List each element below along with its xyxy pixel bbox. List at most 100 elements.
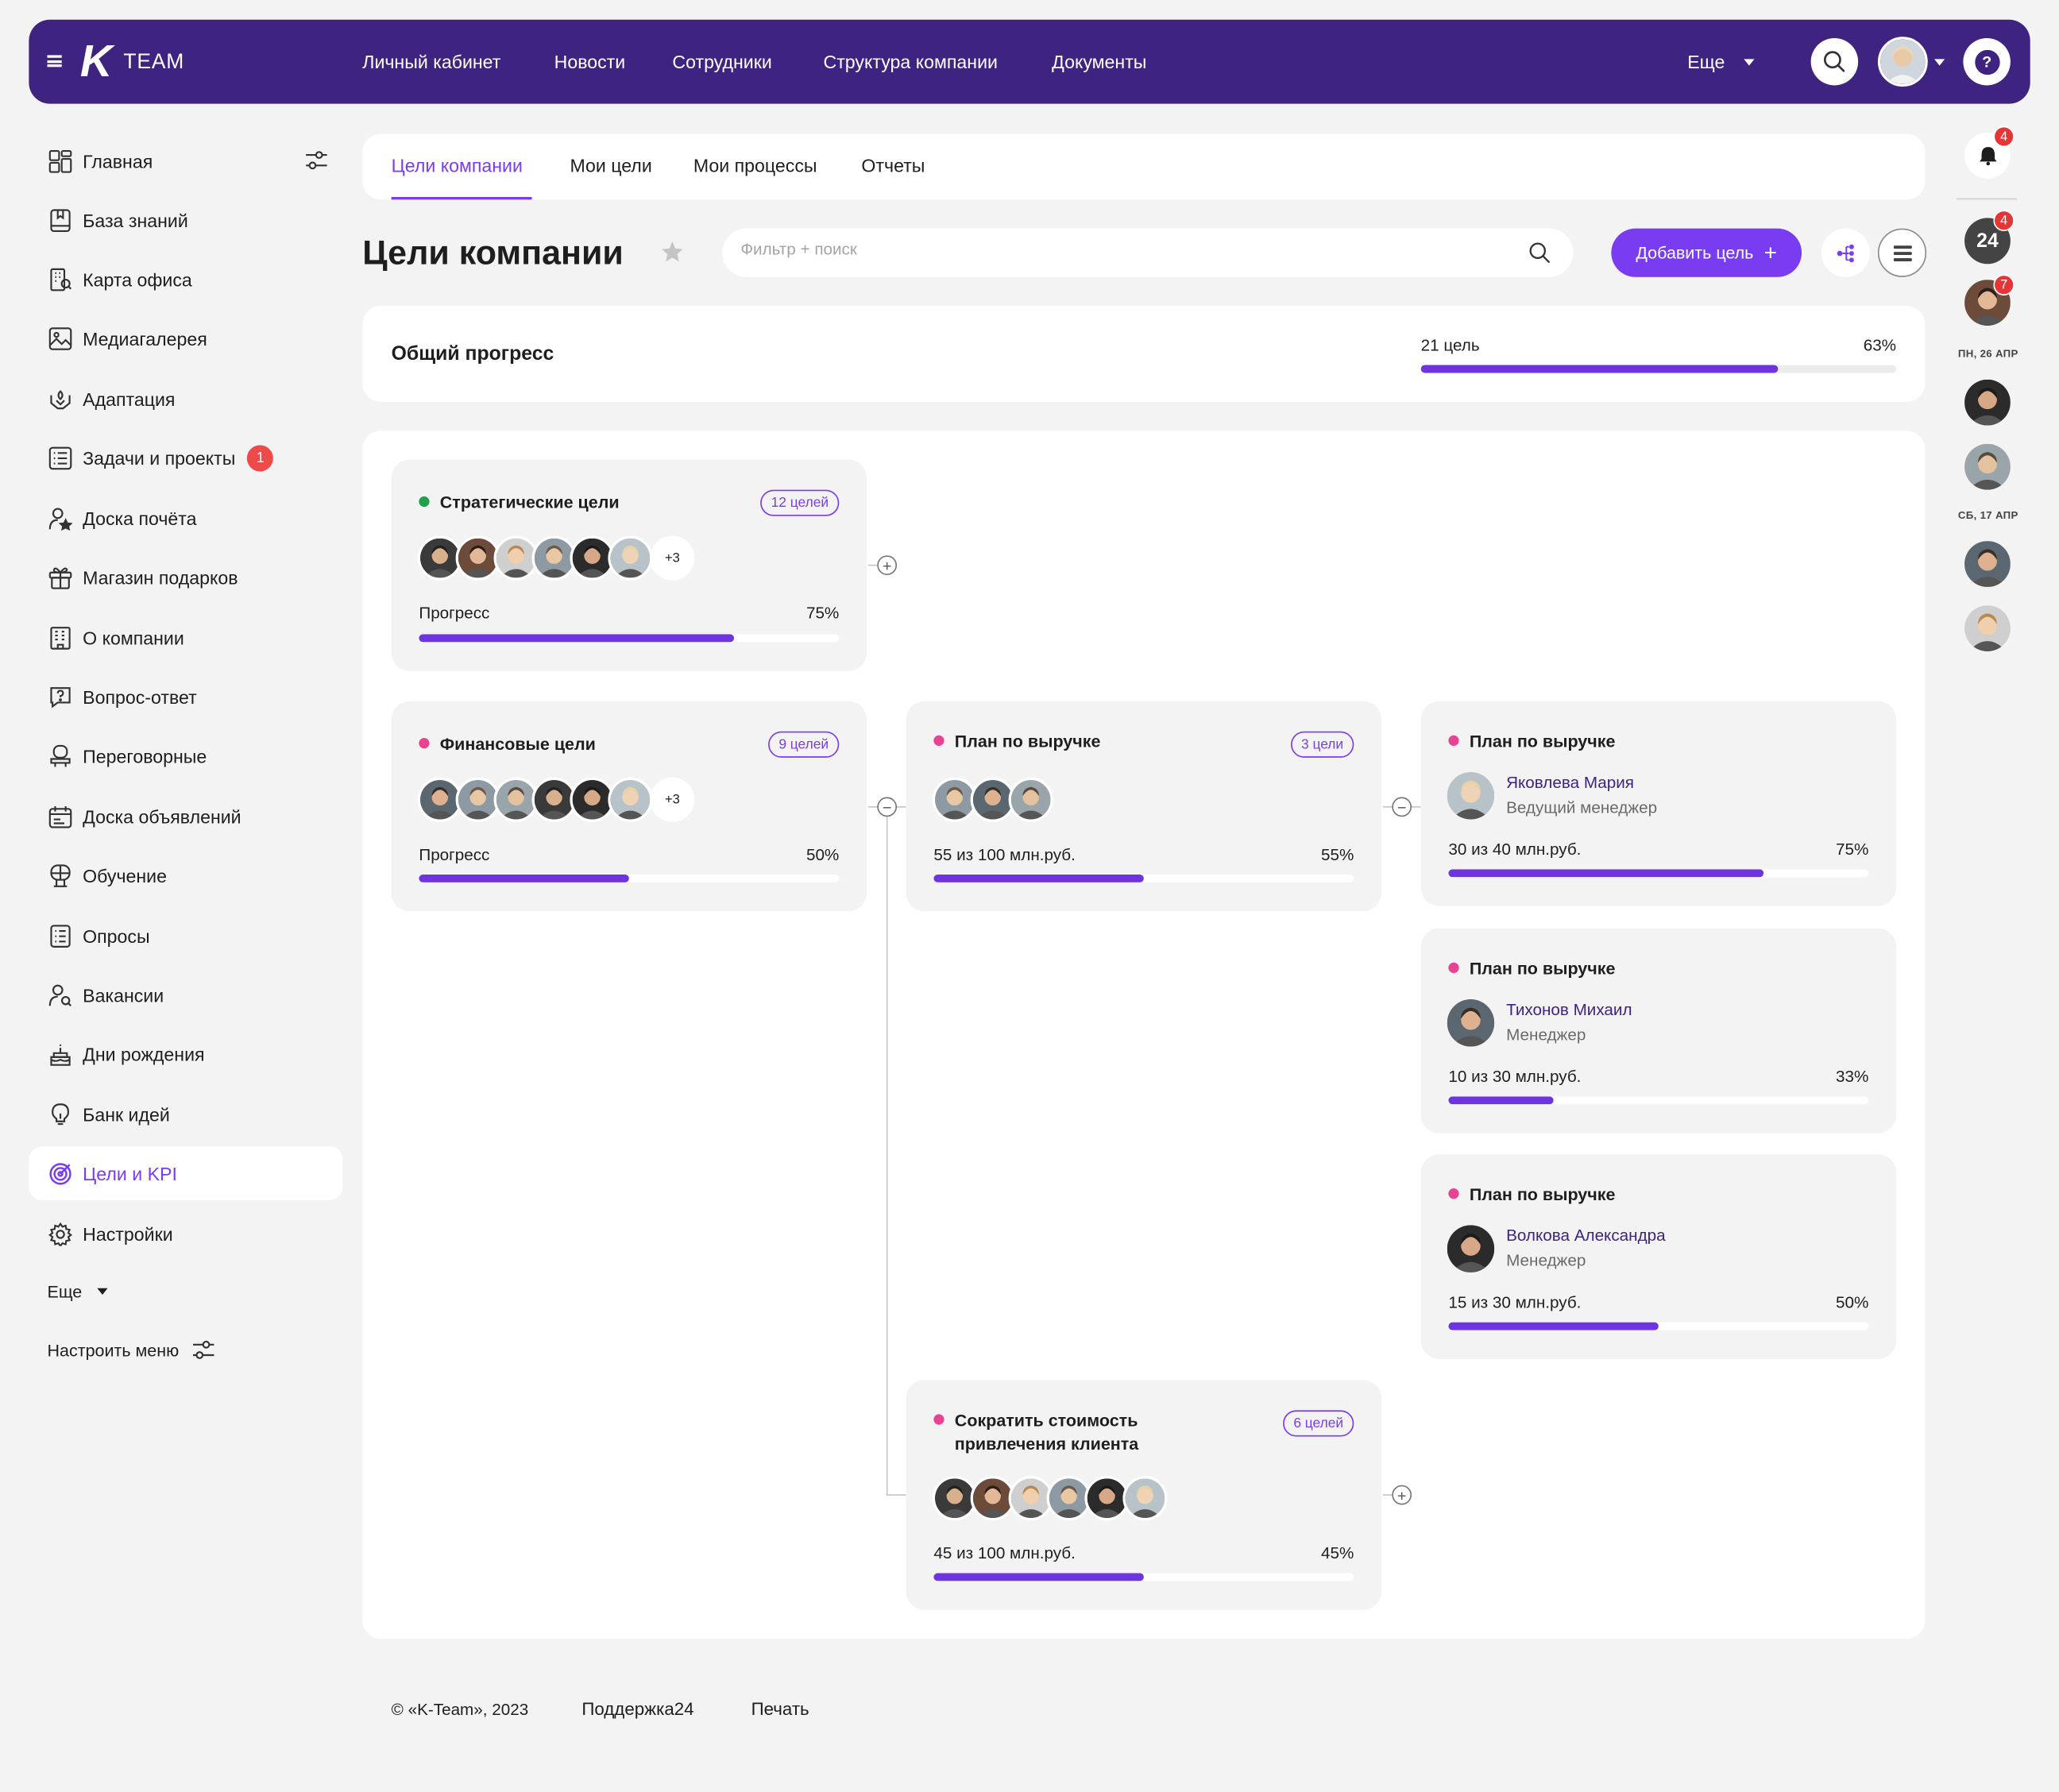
sidebar-item-tasks[interactable]: Задачи и проекты 1 bbox=[29, 431, 342, 485]
tree-view-button[interactable] bbox=[1821, 228, 1871, 277]
rail-avatar[interactable] bbox=[1964, 541, 2011, 587]
goal-title: План по выручке bbox=[1469, 958, 1616, 979]
search-button[interactable] bbox=[1810, 37, 1859, 86]
connector-line bbox=[1382, 1494, 1393, 1496]
sidebar-item-knowledge-base[interactable]: База знаний bbox=[29, 193, 342, 247]
goal-progress-fill bbox=[933, 1573, 1144, 1582]
sidebar-item-gift-shop[interactable]: Магазин подарков bbox=[29, 550, 342, 604]
nav-link-company-structure[interactable]: Структура компании bbox=[823, 50, 997, 74]
connector-line bbox=[867, 564, 878, 566]
sidebar-item-honor-board[interactable]: Доска почёта bbox=[29, 491, 342, 545]
person-name[interactable]: Тихонов Михаил bbox=[1506, 999, 1632, 1020]
sidebar-item-label: Обучение bbox=[83, 864, 167, 886]
list-view-button[interactable] bbox=[1877, 228, 1927, 277]
goal-progress-fill bbox=[1448, 1322, 1659, 1330]
add-goal-button[interactable]: Добавить цель + bbox=[1611, 228, 1802, 277]
goal-progress-bar bbox=[1448, 1096, 1869, 1105]
nav-link-employees[interactable]: Сотрудники bbox=[672, 50, 771, 74]
date-label: СБ, 17 АПР bbox=[1957, 509, 2018, 522]
filter-settings-icon[interactable] bbox=[305, 149, 329, 177]
person-name[interactable]: Волкова Александра bbox=[1506, 1225, 1666, 1246]
goal-card-financial[interactable]: Финансовые цели 9 целей +3 Прогресс 50% bbox=[391, 701, 867, 912]
more-assignees-badge[interactable]: +3 bbox=[650, 777, 695, 822]
sidebar-item-label: Медиагалерея bbox=[83, 327, 207, 349]
sidebar-item-goals-kpi[interactable]: Цели и KPI bbox=[29, 1146, 343, 1200]
goal-title-line2: привлечения клиента bbox=[954, 1434, 1139, 1454]
sidebar-item-home[interactable]: Главная bbox=[29, 134, 342, 188]
configure-menu-link[interactable]: Настроить меню bbox=[48, 1339, 216, 1360]
search-input[interactable] bbox=[740, 240, 1503, 259]
calendar-count-badge: 4 bbox=[1993, 210, 2015, 231]
goal-card-person[interactable]: План по выручке Тихонов Михаил Менеджер … bbox=[1420, 928, 1897, 1134]
sidebar-item-faq[interactable]: Вопрос-ответ bbox=[29, 670, 342, 724]
avatar[interactable] bbox=[1447, 772, 1495, 820]
sidebar-item-label: Магазин подарков bbox=[83, 566, 238, 588]
book-icon bbox=[48, 207, 72, 232]
sidebar-item-about-company[interactable]: О компании bbox=[29, 611, 342, 665]
sidebar-item-label: Вакансии bbox=[83, 983, 164, 1006]
assignee-avatar[interactable] bbox=[1122, 1476, 1168, 1521]
sidebar-item-meeting-rooms[interactable]: Переговорные bbox=[29, 728, 342, 782]
sidebar-item-office-map[interactable]: Карта офиса bbox=[29, 252, 342, 306]
overall-percent: 63% bbox=[1863, 336, 1897, 355]
sidebar-item-learning[interactable]: Обучение bbox=[29, 848, 342, 902]
rail-avatar[interactable] bbox=[1964, 443, 2011, 490]
goal-card-revenue-plan[interactable]: План по выручке 3 цели 55 из 100 млн.руб… bbox=[906, 701, 1382, 912]
subgoals-count-badge[interactable]: 6 целей bbox=[1283, 1410, 1354, 1437]
honor-board-icon bbox=[48, 505, 72, 531]
sidebar-item-announcements[interactable]: Доска объявлений bbox=[29, 790, 342, 844]
subgoals-count-badge[interactable]: 12 целей bbox=[760, 489, 840, 516]
sidebar-item-settings[interactable]: Настройки bbox=[29, 1207, 342, 1261]
assignee-avatar[interactable] bbox=[1008, 777, 1053, 822]
footer-print-link[interactable]: Печать bbox=[751, 1697, 809, 1721]
nav-link-personal-cabinet[interactable]: Личный кабинет bbox=[362, 50, 500, 74]
tab-my-goals[interactable]: Мои цели bbox=[570, 153, 651, 177]
collapse-node-button[interactable]: − bbox=[877, 797, 898, 817]
search-icon[interactable] bbox=[1528, 241, 1551, 264]
menu-icon[interactable] bbox=[47, 55, 62, 68]
logo-text[interactable]: TEAM bbox=[123, 51, 184, 75]
more-assignees-badge[interactable]: +3 bbox=[650, 535, 695, 581]
goal-card-person[interactable]: План по выручке Яковлева Мария Ведущий м… bbox=[1420, 701, 1897, 906]
person-name[interactable]: Яковлева Мария bbox=[1506, 772, 1634, 793]
status-dot bbox=[933, 735, 945, 746]
goal-card-strategic[interactable]: Стратегические цели 12 целей +3 Прогресс… bbox=[391, 459, 867, 671]
avatar[interactable] bbox=[1447, 999, 1495, 1047]
help-button[interactable]: ? bbox=[1963, 37, 2011, 86]
sidebar-item-vacancies[interactable]: Вакансии bbox=[29, 967, 342, 1022]
footer-support-link[interactable]: Поддержка24 bbox=[581, 1697, 693, 1721]
sidebar-item-media-gallery[interactable]: Медиагалерея bbox=[29, 311, 342, 365]
nav-link-documents[interactable]: Документы bbox=[1052, 50, 1146, 74]
sidebar-item-label: О компании bbox=[83, 627, 184, 648]
sidebar-item-surveys[interactable]: Опросы bbox=[29, 909, 342, 963]
search-field[interactable] bbox=[722, 228, 1574, 277]
user-avatar[interactable] bbox=[1877, 37, 1928, 87]
nav-link-news[interactable]: Новости bbox=[554, 50, 626, 74]
nav-more-menu[interactable]: Еще bbox=[1687, 50, 1754, 74]
expand-node-button[interactable]: + bbox=[1392, 1485, 1412, 1505]
sidebar-item-idea-bank[interactable]: Банк идей bbox=[29, 1087, 342, 1141]
assignee-avatar[interactable] bbox=[608, 777, 653, 822]
goal-progress-bar bbox=[419, 634, 840, 643]
tab-company-goals[interactable]: Цели компании bbox=[392, 153, 523, 177]
assignee-avatar[interactable] bbox=[608, 535, 653, 581]
sidebar-item-adaptation[interactable]: Адаптация bbox=[29, 372, 342, 426]
tab-reports[interactable]: Отчеты bbox=[861, 153, 925, 177]
goal-card-reduce-cac[interactable]: Сократить стоимость привлечения клиента … bbox=[906, 1380, 1382, 1610]
sidebar-item-birthdays[interactable]: Дни рождения bbox=[29, 1027, 342, 1081]
overall-progress-card bbox=[362, 306, 1926, 402]
subgoals-count-badge[interactable]: 3 цели bbox=[1290, 731, 1354, 758]
favorite-star-icon[interactable] bbox=[661, 241, 685, 271]
rail-avatar[interactable] bbox=[1964, 379, 2011, 426]
logo-mark[interactable]: K bbox=[80, 40, 113, 84]
avatar[interactable] bbox=[1447, 1225, 1495, 1273]
account-dropdown-icon[interactable] bbox=[1934, 59, 1945, 66]
tab-my-processes[interactable]: Мои процессы bbox=[693, 153, 817, 177]
rail-avatar[interactable] bbox=[1964, 605, 2011, 651]
goal-card-person[interactable]: План по выручке Волкова Александра Менед… bbox=[1420, 1154, 1897, 1359]
expand-node-button[interactable]: + bbox=[877, 555, 898, 576]
subgoals-count-badge[interactable]: 9 целей bbox=[768, 731, 840, 758]
sidebar-more[interactable]: Еще bbox=[48, 1281, 109, 1301]
plus-icon: + bbox=[882, 556, 892, 575]
collapse-node-button[interactable]: − bbox=[1392, 797, 1412, 817]
